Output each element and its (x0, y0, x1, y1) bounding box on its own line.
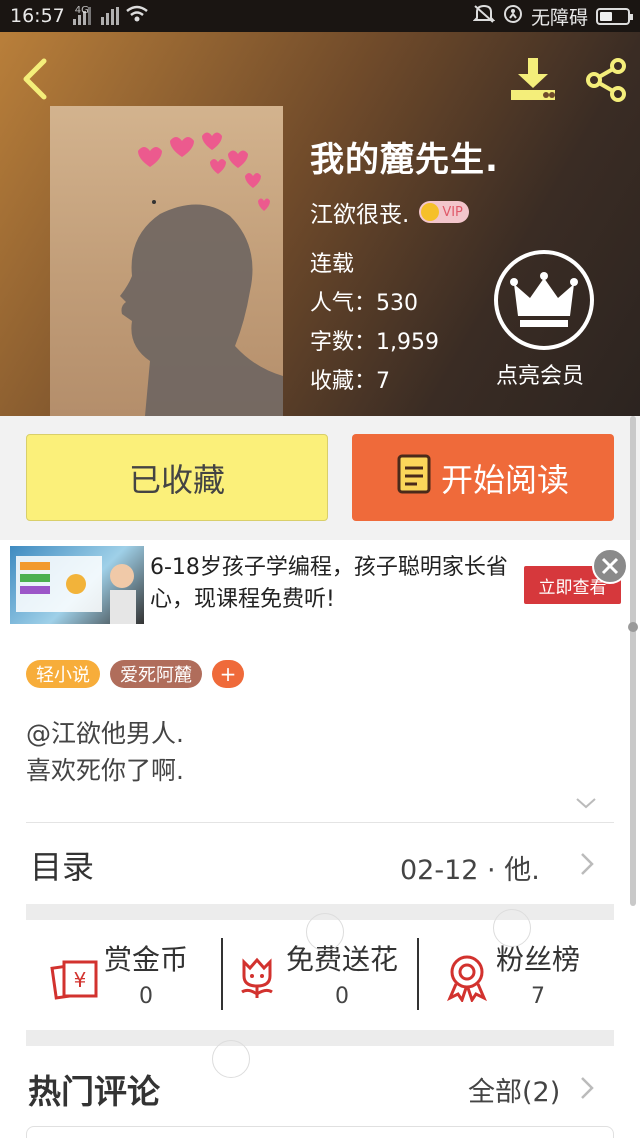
membership-label[interactable]: 点亮会员 (496, 358, 584, 390)
carrier-text: 无障碍 (530, 6, 588, 29)
tag-item[interactable]: 轻小说 (26, 660, 100, 688)
reward-coin-button[interactable]: ¥ 赏金币 0 (50, 938, 188, 1009)
gift-count: 0 (139, 984, 153, 1009)
mute-icon (472, 4, 496, 29)
fans-rank-button[interactable]: 粉丝榜 7 (442, 938, 580, 1009)
book-favorites: 收藏：7 (310, 369, 390, 394)
touch-indicator (212, 1040, 250, 1078)
touch-indicator (306, 913, 344, 951)
hot-comments-title: 热门评论 (28, 1072, 160, 1111)
book-details-panel (0, 634, 640, 1138)
divider (221, 938, 223, 1010)
toc-label: 目录 (30, 848, 95, 886)
scrollbar[interactable] (630, 416, 636, 906)
divider (417, 938, 419, 1010)
ad-text[interactable]: 6-18岁孩子学编程，孩子聪明家长省心，现课程免费听! (150, 552, 510, 616)
intro-line: 喜欢死你了啊. (26, 756, 184, 785)
author-name[interactable]: 江欲很丧. (310, 195, 409, 229)
download-icon[interactable] (508, 56, 558, 102)
share-icon[interactable] (582, 56, 630, 104)
start-reading-label: 开始阅读 (440, 460, 569, 499)
membership-crown-icon[interactable] (494, 250, 594, 350)
vip-badge: VIP (419, 201, 469, 223)
book-intro[interactable]: @江欲他男人. 喜欢死你了啊. (26, 715, 184, 789)
add-tag-button[interactable]: + (212, 660, 244, 688)
book-cover-image[interactable] (50, 106, 283, 416)
section-separator (26, 1030, 614, 1046)
intro-line: @江欲他男人. (26, 719, 184, 748)
favorited-button[interactable]: 已收藏 (26, 434, 328, 521)
chevron-right-icon (580, 852, 594, 876)
ad-image[interactable] (10, 546, 144, 624)
author-row[interactable]: 江欲很丧. VIP (310, 195, 469, 229)
book-word-count: 字数：1,959 (310, 330, 439, 355)
vip-badge-label: VIP (442, 204, 463, 220)
all-comments-link[interactable]: 全部(2) (468, 1070, 560, 1109)
book-title: 我的麓先生. (310, 140, 499, 180)
battery-icon (596, 7, 633, 25)
book-popularity: 人气：530 (310, 291, 418, 316)
ad-banner[interactable]: 6-18岁孩子学编程，孩子聪明家长省心，现课程免费听! 立即查看 (0, 540, 640, 634)
ad-close-icon[interactable] (592, 548, 628, 584)
favorited-button-label: 已收藏 (128, 460, 225, 499)
toc-latest-chapter: 02-12 · 他. (400, 855, 540, 886)
scroll-indicator[interactable] (628, 622, 638, 632)
accessibility-icon (503, 4, 523, 29)
gift-count: 7 (531, 984, 545, 1009)
tag-list: 轻小说 爱死阿麓 + (26, 660, 244, 688)
network-type: 4G (74, 4, 89, 16)
gift-label: 赏金币 (104, 943, 189, 976)
wifi-icon (125, 5, 149, 28)
expand-chevron-icon[interactable] (575, 795, 597, 811)
book-header: 我的麓先生. 江欲很丧. VIP 连载 人气：530 字数：1,959 收藏：7… (0, 32, 640, 416)
comment-card[interactable] (26, 1126, 614, 1138)
book-icon (397, 454, 431, 502)
svg-text:¥: ¥ (74, 968, 87, 992)
touch-indicator (493, 909, 531, 947)
start-reading-button[interactable]: 开始阅读 (352, 434, 614, 521)
back-arrow-icon[interactable] (16, 57, 56, 101)
tag-item[interactable]: 爱死阿麓 (110, 660, 202, 688)
gift-label: 免费送花 (286, 943, 399, 976)
flower-icon (232, 952, 282, 1002)
status-bar: 16:57 4G 无障碍 (0, 0, 640, 32)
coin-reward-icon: ¥ (50, 952, 100, 1002)
medal-icon (442, 952, 492, 1004)
vip-crown-icon (421, 203, 440, 221)
chevron-right-icon (580, 1076, 594, 1100)
gift-count: 0 (335, 984, 349, 1009)
status-time: 16:57 (10, 5, 65, 27)
divider (26, 822, 614, 823)
book-status: 连载 (310, 252, 355, 277)
